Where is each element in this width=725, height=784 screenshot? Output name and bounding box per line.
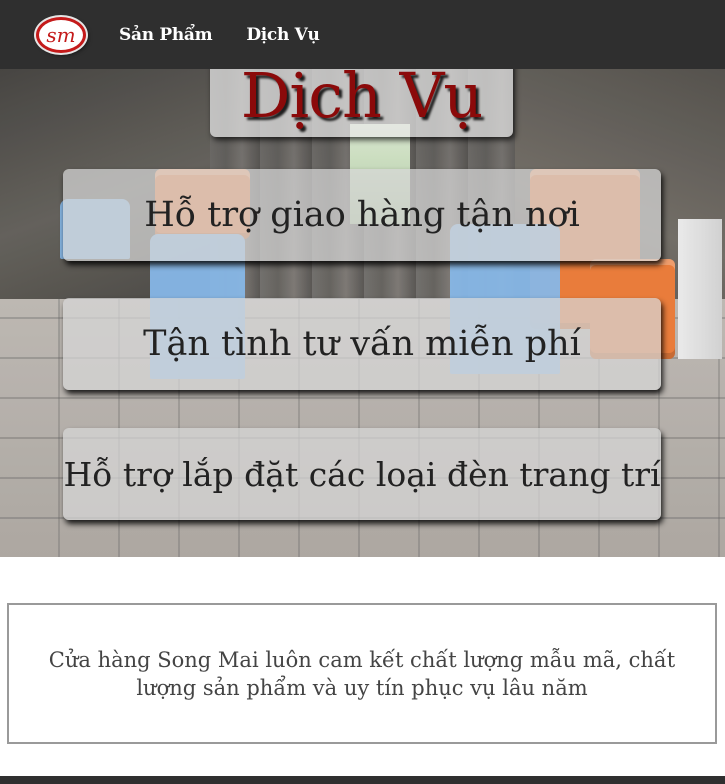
nav-link-services[interactable]: Dịch Vụ [246, 25, 320, 45]
services-hero: Dịch Vụ Hỗ trợ giao hàng tận nơi Tận tìn… [0, 69, 725, 557]
service-label: Hỗ trợ lắp đặt các loại đèn trang trí [63, 454, 661, 494]
footer-strip [0, 776, 725, 784]
brand-logo[interactable]: sm [36, 16, 86, 53]
top-navbar: sm Sản Phẩm Dịch Vụ [0, 0, 725, 69]
commitment-statement: Cửa hàng Song Mai luôn cam kết chất lượn… [48, 647, 676, 700]
service-card-delivery[interactable]: Hỗ trợ giao hàng tận nơi [63, 169, 661, 261]
section-title-box: Dịch Vụ [210, 69, 513, 137]
service-card-consulting[interactable]: Tận tình tư vấn miễn phí [63, 298, 661, 390]
logo-text: sm [46, 22, 76, 47]
service-label: Hỗ trợ giao hàng tận nơi [144, 195, 580, 235]
service-label: Tận tình tư vấn miễn phí [143, 324, 581, 364]
commitment-statement-box: Cửa hàng Song Mai luôn cam kết chất lượn… [7, 603, 717, 744]
service-card-installation[interactable]: Hỗ trợ lắp đặt các loại đèn trang trí [63, 428, 661, 520]
nav-link-products[interactable]: Sản Phẩm [119, 25, 213, 45]
section-title: Dịch Vụ [240, 69, 484, 132]
